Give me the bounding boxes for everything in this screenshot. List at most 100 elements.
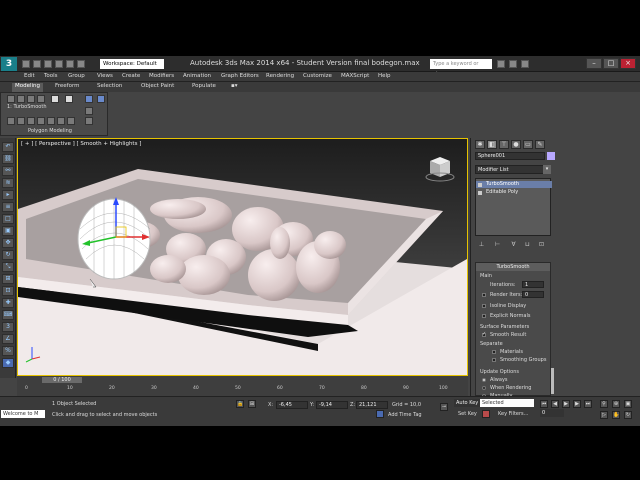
show-end-result-icon[interactable]: ⊢ (493, 240, 502, 249)
set-key-button[interactable]: Set Key (458, 411, 477, 417)
configure-sets-icon[interactable]: ⊡ (537, 240, 546, 249)
tab-selection[interactable]: Selection (94, 83, 125, 89)
pin-stack-icon[interactable]: ⊥ (477, 240, 486, 249)
go-to-start-icon[interactable]: ⏮ (540, 400, 548, 408)
modify-tab-icon[interactable]: ◧ (487, 140, 497, 149)
workspace-dropdown[interactable]: Workspace: Default (100, 59, 164, 69)
bulb-icon[interactable] (478, 183, 482, 187)
msmooth-icon[interactable] (57, 117, 65, 125)
pin-stack-icon[interactable] (85, 107, 93, 115)
edit-poly-icon[interactable] (7, 95, 15, 103)
key-filters-button[interactable]: Key Filters... (498, 411, 528, 417)
lock-selection-icon[interactable]: 🔒 (236, 400, 244, 408)
bind-spacewarp-icon[interactable]: ≋ (2, 178, 14, 188)
tab-freeform[interactable]: Freeform (52, 83, 83, 89)
project-folder-icon[interactable] (77, 60, 85, 68)
tab-populate[interactable]: Populate (189, 83, 219, 89)
menu-animation[interactable]: Animation (183, 73, 211, 79)
quick-slice-icon[interactable] (27, 117, 35, 125)
field-of-view-icon[interactable]: ▷ (600, 411, 608, 419)
absolute-mode-icon[interactable]: ⊞ (248, 400, 256, 408)
previous-frame-icon[interactable]: ◀ (551, 400, 559, 408)
maxscript-listener[interactable]: Welcome to M (1, 410, 45, 418)
zoom-all-icon[interactable]: ⊕ (612, 400, 620, 408)
object-color-swatch[interactable] (547, 152, 555, 160)
remove-modifier-icon[interactable]: ⊔ (523, 240, 532, 249)
object-name-field[interactable]: Sphere001 (475, 152, 545, 160)
manipulate-icon[interactable]: ✚ (2, 298, 14, 308)
polygon-icon[interactable] (51, 95, 59, 103)
zoom-extents-icon[interactable]: ▣ (624, 400, 632, 408)
add-time-tag[interactable]: Add Time Tag (388, 412, 422, 418)
keyboard-shortcut-icon[interactable]: ⌨ (2, 310, 14, 320)
viewport-label[interactable]: [ + ] [ Perspective ] [ Smooth + Highlig… (21, 141, 141, 147)
pan-icon[interactable]: ✋ (612, 411, 620, 419)
menu-edit[interactable]: Edit (24, 73, 35, 79)
app-logo[interactable]: 3 (1, 57, 17, 71)
window-crossing-icon[interactable]: ▣ (2, 226, 14, 236)
chevron-down-icon[interactable]: ▾ (543, 165, 551, 174)
set-key-icon[interactable] (482, 410, 490, 418)
tab-object-paint[interactable]: Object Paint (138, 83, 177, 89)
menu-help[interactable]: Help (378, 73, 391, 79)
perspective-viewport[interactable]: [ + ] [ Perspective ] [ Smooth + Highlig… (17, 138, 468, 376)
show-end-result-icon[interactable] (85, 95, 93, 103)
menu-maxscript[interactable]: MAXScript (341, 73, 369, 79)
select-by-name-icon[interactable]: ≡ (2, 202, 14, 212)
spinner-snap-icon[interactable]: ◆ (2, 358, 14, 368)
tessellate-icon[interactable] (67, 117, 75, 125)
stack-item-editable-poly[interactable]: Editable Poly (476, 189, 552, 196)
menu-customize[interactable]: Customize (303, 73, 332, 79)
help-icon[interactable] (521, 60, 529, 68)
orbit-icon[interactable]: ↻ (624, 411, 632, 419)
selection-set-dropdown[interactable]: Selected (480, 399, 534, 407)
swiftloop-icon[interactable] (37, 117, 45, 125)
remove-modifier-icon[interactable] (85, 117, 93, 125)
display-tab-icon[interactable]: ▭ (523, 140, 533, 149)
cut-icon[interactable] (47, 117, 55, 125)
z-coordinate[interactable]: 21,121 (356, 401, 388, 409)
close-icon[interactable]: × (620, 58, 636, 69)
utilities-tab-icon[interactable]: ✎ (535, 140, 545, 149)
snaps-toggle-icon[interactable]: 3 (2, 322, 14, 332)
menu-group[interactable]: Group (68, 73, 85, 79)
menu-rendering[interactable]: Rendering (266, 73, 294, 79)
iterations-spinner[interactable]: 1 (522, 281, 544, 288)
unlink-icon[interactable]: ⚯ (2, 166, 14, 176)
time-tag-icon[interactable] (376, 410, 384, 418)
select-object-icon[interactable]: ▸ (2, 190, 14, 200)
go-to-end-icon[interactable]: ⏭ (584, 400, 592, 408)
menu-modifiers[interactable]: Modifiers (149, 73, 174, 79)
select-move-icon[interactable]: ✥ (2, 238, 14, 248)
menu-tools[interactable]: Tools (44, 73, 58, 79)
y-coordinate[interactable]: -9,14 (316, 401, 348, 409)
select-rotate-icon[interactable]: ↻ (2, 250, 14, 260)
star-icon[interactable] (509, 60, 517, 68)
play-icon[interactable]: ▶ (562, 400, 570, 408)
maximize-icon[interactable]: □ (603, 58, 619, 69)
time-slider-thumb[interactable]: 0 / 100 (42, 377, 82, 383)
menu-views[interactable]: Views (97, 73, 113, 79)
modifier-list-dropdown[interactable]: Modifier List (475, 165, 547, 174)
open-file-icon[interactable] (33, 60, 41, 68)
minimize-icon[interactable]: – (586, 58, 602, 69)
element-icon[interactable] (65, 95, 73, 103)
tab-modeling[interactable]: Modeling (12, 83, 44, 92)
when-rendering-radio[interactable] (482, 386, 486, 390)
isoline-checkbox[interactable] (482, 304, 486, 308)
stack-item-turbosmooth[interactable]: TurboSmooth (476, 181, 552, 188)
rollout-title[interactable]: TurboSmooth (476, 263, 550, 271)
reference-coord-icon[interactable]: ⊞ (2, 274, 14, 284)
create-tab-icon[interactable]: ✱ (475, 140, 485, 149)
menu-create[interactable]: Create (122, 73, 140, 79)
make-unique-icon[interactable]: ∀ (509, 240, 518, 249)
undo-icon[interactable] (55, 60, 63, 68)
current-frame-field[interactable]: 0 (540, 409, 564, 417)
save-file-icon[interactable] (44, 60, 52, 68)
time-slider[interactable]: 0 / 100 0 10 20 30 40 50 60 70 80 90 100 (17, 376, 468, 396)
menu-graph-editors[interactable]: Graph Editors (221, 73, 259, 79)
repeat-icon[interactable] (17, 117, 25, 125)
link-icon[interactable]: ⛓ (2, 154, 14, 164)
panel-scrollbar[interactable] (551, 368, 554, 394)
next-frame-icon[interactable]: ▶ (573, 400, 581, 408)
